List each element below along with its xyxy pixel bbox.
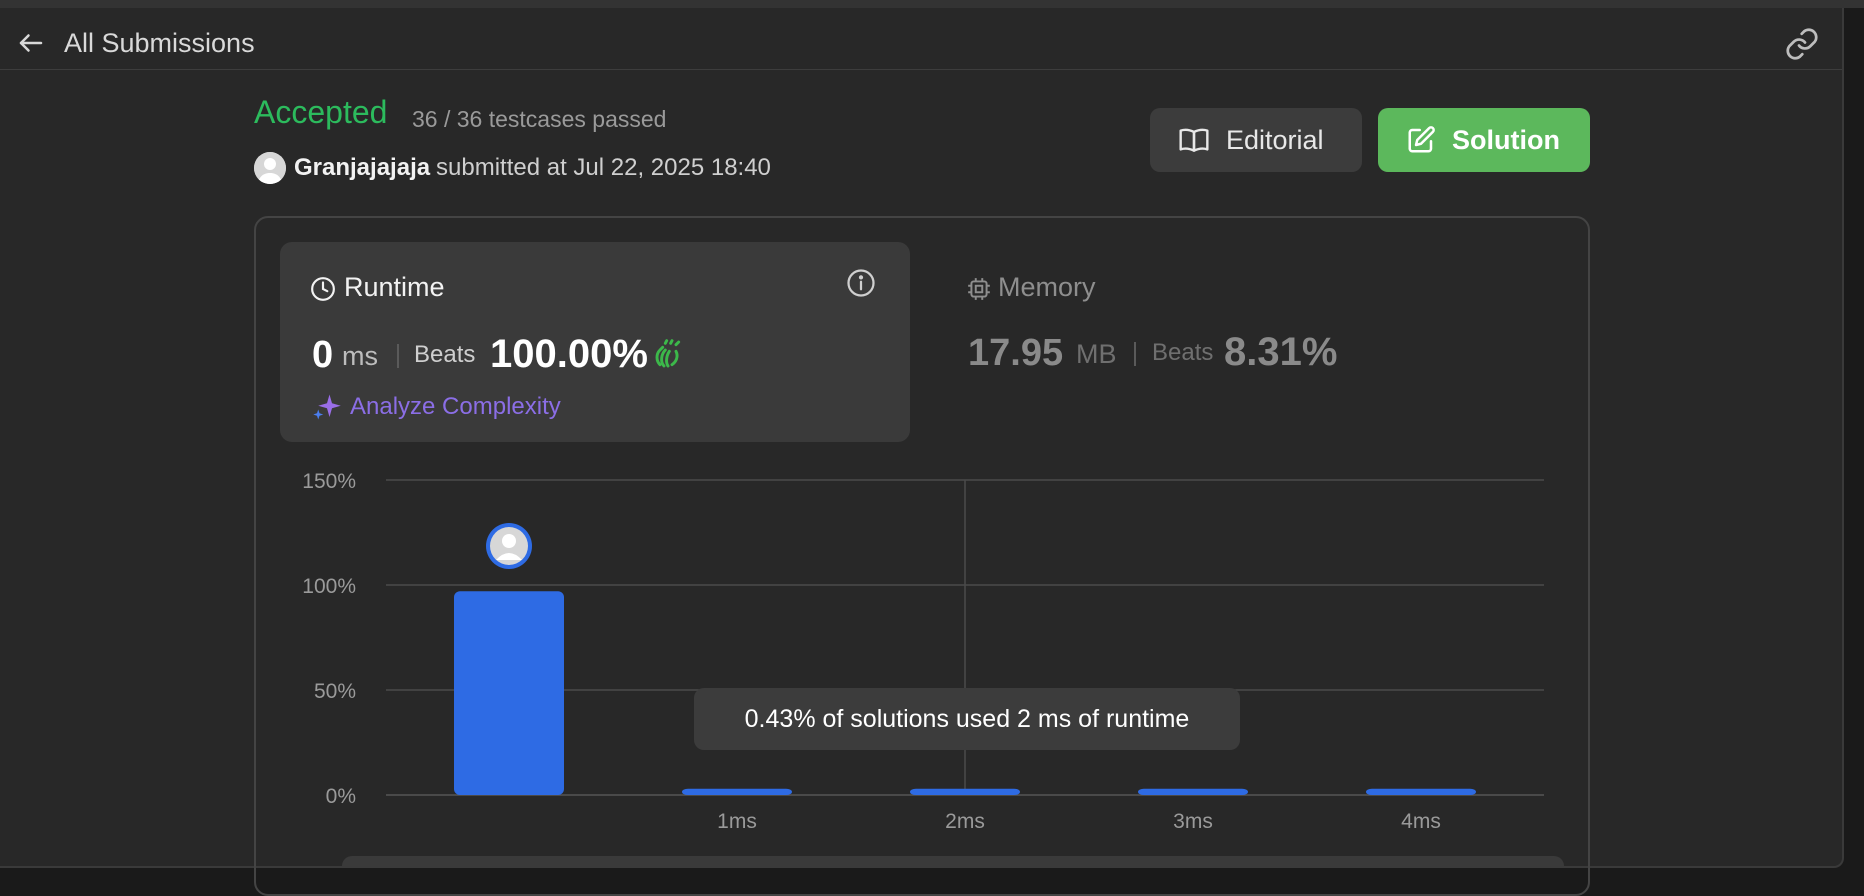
all-submissions-link[interactable]: All Submissions bbox=[64, 28, 255, 59]
editorial-button[interactable]: Editorial bbox=[1150, 108, 1362, 172]
x-tick-label: 3ms bbox=[1173, 810, 1213, 833]
runtime-beats-label: Beats bbox=[414, 341, 476, 368]
x-tick-label: 2ms bbox=[945, 810, 985, 833]
memory-value: 17.95 bbox=[968, 332, 1064, 374]
y-tick-label: 0% bbox=[326, 785, 356, 808]
bar-0ms[interactable] bbox=[454, 591, 564, 795]
user-icon bbox=[254, 152, 286, 184]
bar-4ms[interactable] bbox=[1366, 788, 1476, 795]
runtime-title: Runtime bbox=[344, 272, 445, 302]
info-icon[interactable] bbox=[846, 268, 876, 298]
analyze-complexity-label: Analyze Complexity bbox=[350, 393, 561, 420]
y-tick-label: 100% bbox=[302, 575, 356, 598]
edit-icon bbox=[1408, 126, 1435, 153]
arrow-left-icon[interactable] bbox=[16, 28, 46, 58]
sparkle-icon bbox=[313, 394, 341, 420]
status-accepted: Accepted bbox=[254, 94, 388, 130]
user-marker-head bbox=[502, 534, 516, 548]
code-panel-edge bbox=[342, 856, 1564, 868]
x-tick-label: 1ms bbox=[717, 810, 757, 833]
clap-icon bbox=[655, 339, 681, 368]
memory-beats-value: 8.31% bbox=[1224, 330, 1338, 374]
top-strip bbox=[0, 0, 1864, 8]
solution-button[interactable]: Solution bbox=[1378, 108, 1590, 172]
memory-beats-label: Beats bbox=[1152, 339, 1214, 366]
avatar[interactable] bbox=[254, 152, 286, 184]
runtime-distribution-chart[interactable]: 0% 50% 100% 150% 1ms 2ms 3ms 4ms bbox=[280, 458, 1570, 838]
memory-title[interactable]: Memory bbox=[998, 272, 1096, 303]
clock-icon bbox=[311, 277, 335, 301]
runtime-value: 0 bbox=[312, 334, 334, 376]
y-tick-label: 150% bbox=[302, 470, 356, 493]
book-open-icon bbox=[1179, 128, 1209, 152]
header-bar: All Submissions bbox=[0, 8, 1842, 70]
testcases-passed: 36 / 36 testcases passed bbox=[412, 106, 667, 132]
x-tick-label: 4ms bbox=[1401, 810, 1441, 833]
submitted-time: submitted at Jul 22, 2025 18:40 bbox=[436, 154, 771, 181]
tooltip-text: 0.43% of solutions used 2 ms of runtime bbox=[744, 704, 1190, 733]
chart-tooltip: 0.43% of solutions used 2 ms of runtime bbox=[694, 688, 1240, 750]
chip-icon bbox=[968, 278, 990, 300]
analyze-complexity-link[interactable]: Analyze Complexity bbox=[312, 392, 561, 422]
runtime-unit: ms bbox=[342, 341, 378, 371]
editorial-label: Editorial bbox=[1226, 124, 1324, 155]
y-tick-label: 50% bbox=[314, 680, 356, 703]
bar-2ms[interactable] bbox=[910, 788, 1020, 795]
runtime-panel[interactable]: Runtime 0 ms Beats 100.00% Analyze Compl… bbox=[280, 242, 910, 442]
memory-unit: MB bbox=[1076, 339, 1117, 369]
username[interactable]: Granjajajaja bbox=[294, 154, 430, 182]
runtime-beats-value: 100.00% bbox=[490, 332, 648, 376]
divider bbox=[1134, 342, 1136, 366]
divider bbox=[397, 344, 399, 368]
bar-3ms[interactable] bbox=[1138, 788, 1248, 795]
link-icon[interactable] bbox=[1784, 26, 1820, 62]
solution-label: Solution bbox=[1452, 124, 1560, 155]
bar-1ms[interactable] bbox=[682, 788, 792, 795]
